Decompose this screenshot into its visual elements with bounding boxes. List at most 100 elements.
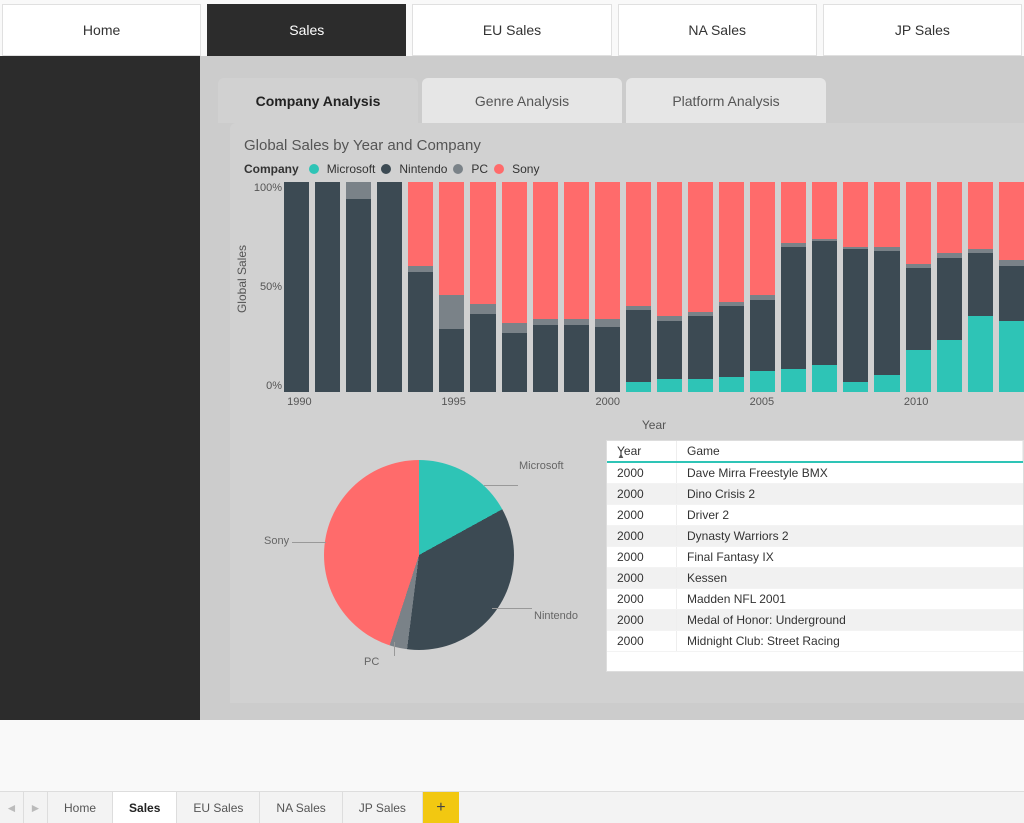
bar-1996[interactable] bbox=[470, 182, 495, 392]
table-row[interactable]: 2000Driver 2 bbox=[607, 505, 1023, 526]
page-tab-na-sales[interactable]: NA Sales bbox=[260, 792, 342, 823]
bar-segment-microsoft[interactable] bbox=[781, 369, 806, 392]
page-tab-jp-sales[interactable]: JP Sales bbox=[343, 792, 423, 823]
bar-segment-microsoft[interactable] bbox=[750, 371, 775, 392]
sub-tab-platform-analysis[interactable]: Platform Analysis bbox=[626, 78, 826, 123]
bar-segment-microsoft[interactable] bbox=[999, 321, 1024, 392]
bar-2013[interactable] bbox=[999, 182, 1024, 392]
bar-segment-nintendo[interactable] bbox=[843, 249, 868, 381]
bar-2007[interactable] bbox=[812, 182, 837, 392]
bar-segment-nintendo[interactable] bbox=[595, 327, 620, 392]
bar-2010[interactable] bbox=[906, 182, 931, 392]
bar-segment-microsoft[interactable] bbox=[874, 375, 899, 392]
bar-2003[interactable] bbox=[688, 182, 713, 392]
bar-segment-microsoft[interactable] bbox=[968, 316, 993, 392]
bar-segment-nintendo[interactable] bbox=[874, 251, 899, 375]
sub-tab-genre-analysis[interactable]: Genre Analysis bbox=[422, 78, 622, 123]
bar-segment-nintendo[interactable] bbox=[657, 321, 682, 380]
bar-2001[interactable] bbox=[626, 182, 651, 392]
bar-1991[interactable] bbox=[315, 182, 340, 392]
pie-chart[interactable]: Microsoft Nintendo PC Sony bbox=[244, 440, 584, 680]
bar-2004[interactable] bbox=[719, 182, 744, 392]
bar-segment-nintendo[interactable] bbox=[812, 241, 837, 365]
bar-1999[interactable] bbox=[564, 182, 589, 392]
bar-2000[interactable] bbox=[595, 182, 620, 392]
bar-segment-nintendo[interactable] bbox=[377, 182, 402, 392]
bar-segment-microsoft[interactable] bbox=[657, 379, 682, 392]
bar-2002[interactable] bbox=[657, 182, 682, 392]
bar-segment-nintendo[interactable] bbox=[968, 253, 993, 316]
bar-segment-pc[interactable] bbox=[439, 295, 464, 329]
bar-segment-sony[interactable] bbox=[906, 182, 931, 264]
bar-1998[interactable] bbox=[533, 182, 558, 392]
bar-segment-sony[interactable] bbox=[595, 182, 620, 319]
nav-tab-home[interactable]: Home bbox=[2, 4, 201, 56]
bar-segment-nintendo[interactable] bbox=[750, 300, 775, 371]
page-tabs-prev-button[interactable]: ◄ bbox=[0, 792, 24, 823]
nav-tab-sales[interactable]: Sales bbox=[207, 4, 406, 56]
bar-segment-sony[interactable] bbox=[812, 182, 837, 239]
bar-segment-nintendo[interactable] bbox=[533, 325, 558, 392]
stacked-bar-chart[interactable]: Global Sales 100% 50% 0% 199019952000200… bbox=[284, 182, 1024, 422]
table-row[interactable]: 2000Final Fantasy IX bbox=[607, 547, 1023, 568]
bar-segment-microsoft[interactable] bbox=[906, 350, 931, 392]
table-row[interactable]: 2000Midnight Club: Street Racing bbox=[607, 631, 1023, 652]
bar-segment-pc[interactable] bbox=[595, 319, 620, 327]
bar-1994[interactable] bbox=[408, 182, 433, 392]
bar-1993[interactable] bbox=[377, 182, 402, 392]
legend-label-nintendo[interactable]: Nintendo bbox=[399, 162, 447, 176]
bar-segment-sony[interactable] bbox=[750, 182, 775, 295]
nav-tab-na-sales[interactable]: NA Sales bbox=[618, 4, 817, 56]
bar-segment-nintendo[interactable] bbox=[719, 306, 744, 377]
bar-segment-sony[interactable] bbox=[439, 182, 464, 295]
bar-segment-pc[interactable] bbox=[502, 323, 527, 334]
page-tab-home[interactable]: Home bbox=[48, 792, 113, 823]
bar-segment-sony[interactable] bbox=[408, 182, 433, 266]
bar-segment-nintendo[interactable] bbox=[937, 258, 962, 340]
bar-segment-nintendo[interactable] bbox=[781, 247, 806, 369]
bar-segment-nintendo[interactable] bbox=[439, 329, 464, 392]
bar-segment-microsoft[interactable] bbox=[626, 382, 651, 393]
bar-segment-sony[interactable] bbox=[781, 182, 806, 243]
bar-segment-nintendo[interactable] bbox=[564, 325, 589, 392]
bar-segment-microsoft[interactable] bbox=[688, 379, 713, 392]
bar-2008[interactable] bbox=[843, 182, 868, 392]
add-page-button[interactable]: + bbox=[423, 792, 459, 823]
page-tabs-next-button[interactable]: ► bbox=[24, 792, 48, 823]
games-table[interactable]: Year ▲ Game 2000Dave Mirra Freestyle BMX… bbox=[606, 440, 1024, 672]
bar-1995[interactable] bbox=[439, 182, 464, 392]
bar-segment-nintendo[interactable] bbox=[408, 272, 433, 392]
bar-segment-sony[interactable] bbox=[719, 182, 744, 302]
bar-segment-pc[interactable] bbox=[346, 182, 371, 199]
bar-segment-microsoft[interactable] bbox=[812, 365, 837, 392]
bar-segment-nintendo[interactable] bbox=[906, 268, 931, 350]
table-row[interactable]: 2000Dino Crisis 2 bbox=[607, 484, 1023, 505]
bar-segment-nintendo[interactable] bbox=[688, 316, 713, 379]
sub-tab-company-analysis[interactable]: Company Analysis bbox=[218, 78, 418, 123]
nav-tab-eu-sales[interactable]: EU Sales bbox=[412, 4, 611, 56]
bar-segment-sony[interactable] bbox=[999, 182, 1024, 260]
bar-2009[interactable] bbox=[874, 182, 899, 392]
table-row[interactable]: 2000Madden NFL 2001 bbox=[607, 589, 1023, 610]
bar-segment-microsoft[interactable] bbox=[719, 377, 744, 392]
column-header-year[interactable]: Year ▲ bbox=[607, 441, 677, 461]
nav-tab-jp-sales[interactable]: JP Sales bbox=[823, 4, 1022, 56]
legend-label-sony[interactable]: Sony bbox=[512, 162, 539, 176]
bar-segment-nintendo[interactable] bbox=[284, 182, 309, 392]
bar-segment-nintendo[interactable] bbox=[502, 333, 527, 392]
bar-2012[interactable] bbox=[968, 182, 993, 392]
table-row[interactable]: 2000Medal of Honor: Underground bbox=[607, 610, 1023, 631]
page-tab-eu-sales[interactable]: EU Sales bbox=[177, 792, 260, 823]
bar-segment-sony[interactable] bbox=[564, 182, 589, 319]
bar-segment-sony[interactable] bbox=[843, 182, 868, 247]
bar-segment-sony[interactable] bbox=[968, 182, 993, 249]
bar-segment-sony[interactable] bbox=[470, 182, 495, 304]
bar-segment-nintendo[interactable] bbox=[315, 182, 340, 392]
table-row[interactable]: 2000Kessen bbox=[607, 568, 1023, 589]
bar-2006[interactable] bbox=[781, 182, 806, 392]
bar-segment-pc[interactable] bbox=[470, 304, 495, 315]
bar-segment-sony[interactable] bbox=[937, 182, 962, 253]
bar-segment-sony[interactable] bbox=[657, 182, 682, 316]
bar-segment-sony[interactable] bbox=[688, 182, 713, 312]
table-row[interactable]: 2000Dave Mirra Freestyle BMX bbox=[607, 463, 1023, 484]
